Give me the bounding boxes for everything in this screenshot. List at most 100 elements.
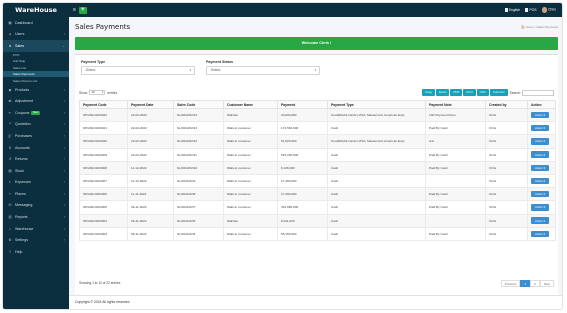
sidebar-item-stock[interactable]: ▤ Stock › <box>3 165 69 177</box>
sidebar-item-label: Sales <box>15 43 24 48</box>
sidebar-item-sales[interactable]: ■ Sales ⌄ <box>3 40 69 52</box>
new-badge: New <box>31 110 40 115</box>
table-cell: Credit/Debit Cards (VISA, Mastercard, Am… <box>327 134 426 149</box>
help-icon: ? <box>9 249 11 254</box>
pagination-page-1[interactable]: 1 <box>520 279 531 287</box>
accounts-icon: $ <box>9 145 11 150</box>
copy-button[interactable]: Copy <box>422 89 436 96</box>
action-button[interactable]: Action ▾ <box>531 111 549 119</box>
action-button[interactable]: Action ▾ <box>531 230 549 237</box>
sidebar-item-coupons[interactable]: ✂ Coupons New › <box>3 107 69 119</box>
table-cell: SP/2021/02/0004 <box>79 213 128 228</box>
sidebar-item-quotation[interactable]: ❝ Quotation › <box>3 119 69 131</box>
column-header[interactable]: Payment <box>277 100 328 109</box>
sidebar-item-label: Users <box>15 32 25 37</box>
table-cell: Paid By Cash <box>425 160 486 175</box>
pagination-page-2[interactable]: 2 <box>530 279 540 287</box>
sidebar-item-reports[interactable]: ▥ Reports › <box>3 211 69 223</box>
table-cell: Walk-in customer <box>223 160 278 175</box>
sidebar-item-help[interactable]: ? Help <box>3 246 69 258</box>
columns-button[interactable]: Columns <box>489 89 508 96</box>
column-header[interactable]: Payment Note <box>425 100 486 109</box>
table-cell: SP/2021/02/0003 <box>79 226 128 241</box>
sidebar-item-dashboard[interactable]: ▦ Dashboard <box>3 17 69 29</box>
search-input[interactable] <box>522 89 554 96</box>
table-cell: Walk-in customer <box>223 147 278 162</box>
sidebar-item-expenses[interactable]: ◐ Expenses › <box>3 176 69 188</box>
pagination-previous[interactable]: Previous <box>500 279 521 287</box>
sidebar-item-returns[interactable]: ↺ Returns › <box>3 153 69 165</box>
chevron-right-icon: › <box>63 226 65 231</box>
column-header[interactable]: Payment Type <box>327 100 426 109</box>
pagination-next[interactable]: Next <box>539 279 554 287</box>
chevron-right-icon: › <box>63 191 65 196</box>
table-cell: Cash <box>327 200 426 215</box>
brand-logo[interactable]: WareHouse <box>3 3 69 17</box>
payment-status-select[interactable]: -Select- ▾ <box>206 66 320 75</box>
chevron-down-icon: ▾ <box>189 68 191 72</box>
user-menu[interactable]: Chris <box>541 7 556 13</box>
expenses-icon: ◐ <box>8 180 12 185</box>
action-button[interactable]: Action ▾ <box>531 164 549 172</box>
table-cell: 55,150,000 <box>277 226 328 241</box>
action-button[interactable]: Action ▾ <box>531 204 549 211</box>
column-header[interactable]: Payment Date <box>127 100 174 109</box>
sidebar-item-adjustment[interactable]: ⇄ Adjustment › <box>3 95 69 107</box>
action-button[interactable]: Action ▾ <box>531 177 549 185</box>
table-cell: test <box>425 134 486 149</box>
pos-link[interactable]: POS <box>525 8 537 12</box>
action-button[interactable]: Action ▾ <box>531 125 549 132</box>
sidebar-nav: ▦ Dashboard ● Users › ■ Sales ⌄ POS Add Sale … <box>3 17 69 258</box>
table-cell: SL/2021/02/9 <box>173 173 224 189</box>
sidebar-item-places[interactable]: ⌖ Places › <box>3 188 69 200</box>
copyright: Copyright © 2024 All rights reserved. <box>75 300 131 304</box>
payment-type-select[interactable]: -Select- ▾ <box>81 66 195 75</box>
sidebar-item-purchases[interactable]: 🛒 Purchases › <box>3 130 69 142</box>
chevron-right-icon: › <box>63 145 65 150</box>
excel-button[interactable]: Excel <box>436 89 450 96</box>
action-button[interactable]: Action ▾ <box>531 151 549 158</box>
sidebar-item-messaging[interactable]: ✉ Messaging › <box>3 200 69 212</box>
table-cell: Cash <box>327 173 426 189</box>
sidebar-item-products[interactable]: ◆ Products › <box>3 84 69 96</box>
print-button[interactable]: Print <box>463 89 476 96</box>
quick-add-button[interactable]: + <box>78 6 87 14</box>
action-button[interactable]: Action ▾ <box>531 217 549 224</box>
sales-icon: ■ <box>8 43 12 48</box>
action-button[interactable]: Action ▾ <box>531 138 549 145</box>
table-cell: SL/2021/02/8 <box>173 187 224 202</box>
sidebar: WareHouse ▦ Dashboard ● Users › ■ Sales ⌄ POS… <box>3 3 69 309</box>
chevron-down-icon: ▾ <box>101 90 104 94</box>
table-cell: SL/2021/02/7 <box>173 200 224 215</box>
table-cell: 17,300,000 <box>277 173 328 189</box>
column-header[interactable]: Customer Name <box>223 100 278 109</box>
table-cell: Cash <box>327 160 426 175</box>
chevron-down-icon: ▾ <box>314 68 316 72</box>
table-cell: 515,200,000 <box>277 147 328 162</box>
sidebar-item-settings[interactable]: ⚙ Settings › <box>3 234 69 246</box>
language-switcher[interactable]: English <box>504 8 520 12</box>
column-header[interactable]: Action <box>527 100 556 109</box>
action-button[interactable]: Action ▾ <box>531 191 549 198</box>
sidebar-item-users[interactable]: ● Users › <box>3 29 69 41</box>
csv-button[interactable]: CSV <box>476 89 489 96</box>
table-cell: SL/2022/02/11 <box>173 147 224 162</box>
table-cell: 22-02-2022 <box>127 147 174 162</box>
column-header[interactable]: Sales Code <box>173 100 224 109</box>
sidebar-item-warehouse[interactable]: ⌂ Warehouse › <box>3 223 69 235</box>
column-header[interactable]: Payment Code <box>79 100 128 109</box>
sidebar-item-accounts[interactable]: $ Accounts › <box>3 142 69 154</box>
chevron-right-icon: › <box>63 87 65 92</box>
flag-icon <box>504 8 508 12</box>
breadcrumb[interactable]: 🏠 Home / Sales Payments <box>521 25 558 29</box>
entries-select[interactable]: 10 ▾ <box>89 89 106 96</box>
pdf-button[interactable]: PDF <box>450 89 463 96</box>
column-header[interactable]: Created by <box>485 100 528 109</box>
menu-toggle-icon[interactable]: ≡ <box>73 7 76 13</box>
chevron-right-icon: › <box>63 238 65 243</box>
table-row: SP/2021/02/0009 22-02-2022 SL/2022/02/11 Wa… <box>79 147 556 162</box>
table-cell: Walk-in customer <box>223 121 278 136</box>
returns-icon: ↺ <box>8 157 12 162</box>
table-cell: Action ▾ <box>527 147 556 162</box>
places-icon: ⌖ <box>9 191 11 196</box>
